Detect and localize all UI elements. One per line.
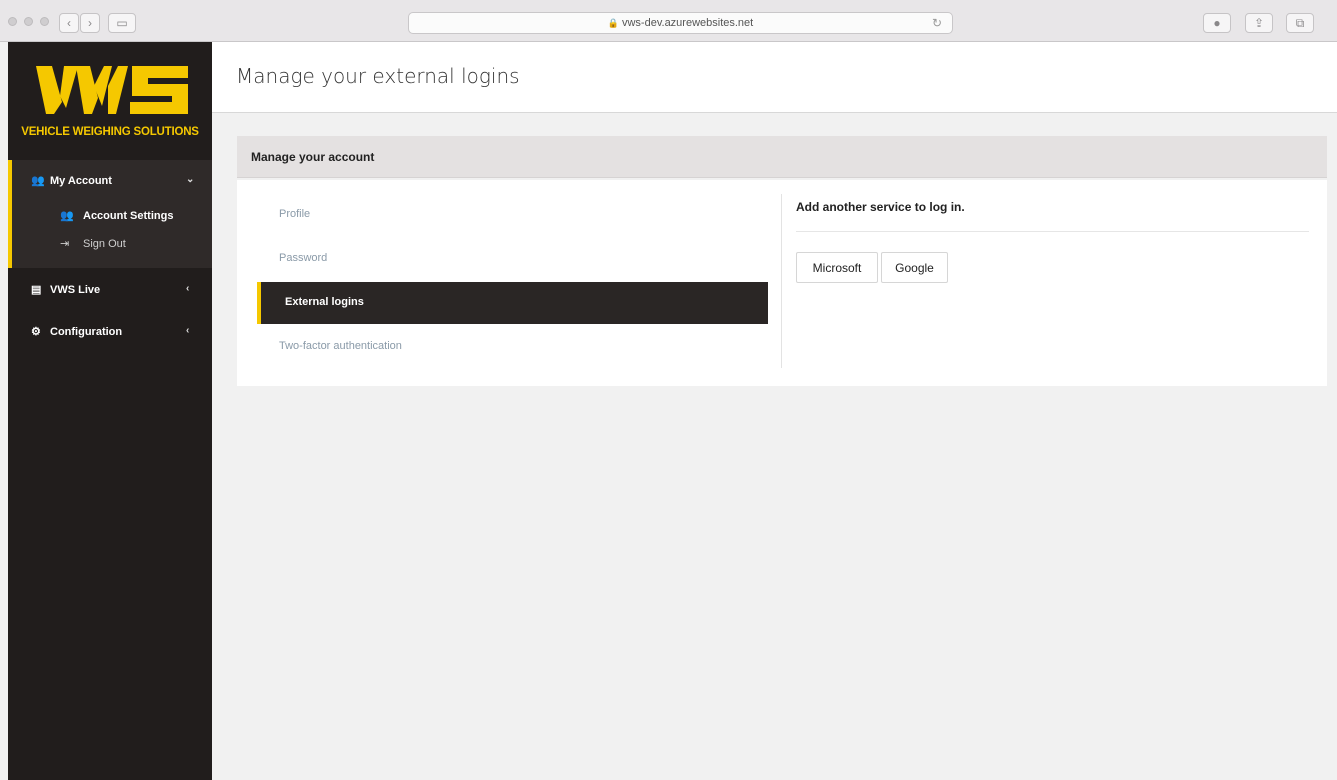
sidebar-item-my-account[interactable]: 👥 My Account ⌄ xyxy=(8,172,212,192)
tab-two-factor-authentication[interactable]: Two-factor authentication xyxy=(257,326,768,368)
download-icon: ● xyxy=(1213,16,1221,30)
share-icon: ⇪ xyxy=(1253,16,1265,30)
tab-external-logins[interactable]: External logins xyxy=(257,282,768,324)
sidebar-subitem-account-settings[interactable]: 👥 Account Settings xyxy=(8,207,212,227)
share-button[interactable]: ⇪ xyxy=(1245,13,1273,33)
zoom-window-button[interactable] xyxy=(40,17,49,26)
sidebar-icon: ▭ xyxy=(116,16,128,30)
sidebar: VEHICLE WEIGHING SOLUTIONS 👥 My Account … xyxy=(8,42,212,780)
external-logins-heading: Add another service to log in. xyxy=(796,200,965,214)
panel-header: Manage your account xyxy=(237,136,1327,178)
address-bar[interactable]: 🔒 vws-dev.azurewebsites.net ↻ xyxy=(408,12,953,34)
chevron-right-icon: › xyxy=(88,16,92,30)
chevron-left-icon: ‹ xyxy=(186,325,190,336)
chevron-left-icon: ‹ xyxy=(67,16,71,30)
sidebar-item-configuration[interactable]: ⚙ Configuration ‹ xyxy=(8,323,212,343)
chevron-left-icon: ‹ xyxy=(186,283,190,294)
page-header: Manage your external logins xyxy=(212,42,1337,113)
user-cog-icon: 👥 xyxy=(31,175,45,187)
sidebar-item-vws-live[interactable]: ▤ VWS Live ‹ xyxy=(8,281,212,301)
tabs-overview-button[interactable]: ⧉ xyxy=(1286,13,1314,33)
sign-out-icon: ⇥ xyxy=(60,238,70,250)
tab-profile[interactable]: Profile xyxy=(257,194,768,236)
reload-icon[interactable]: ↻ xyxy=(932,16,942,30)
forward-button[interactable]: › xyxy=(80,13,100,33)
panel-divider xyxy=(781,194,782,368)
tabs-icon: ⧉ xyxy=(1295,15,1305,30)
browser-toolbar: ‹ › ▭ 🔒 vws-dev.azurewebsites.net ↻ ● ⇪ ⧉ xyxy=(0,0,1337,42)
panel-title: Manage your account xyxy=(251,150,375,164)
logo-text: VEHICLE WEIGHING SOLUTIONS xyxy=(21,126,199,138)
user-cog-icon: 👥 xyxy=(60,210,74,222)
google-login-button[interactable]: Google xyxy=(881,252,948,283)
panel-body: Profile Password External logins Two-fac… xyxy=(237,180,1327,386)
page-title: Manage your external logins xyxy=(236,64,520,88)
microsoft-login-button[interactable]: Microsoft xyxy=(796,252,878,283)
lock-icon: 🔒 xyxy=(607,18,619,28)
vws-logo-icon xyxy=(36,66,188,114)
close-window-button[interactable] xyxy=(8,17,17,26)
sidebar-toggle-button[interactable]: ▭ xyxy=(108,13,136,33)
back-button[interactable]: ‹ xyxy=(59,13,79,33)
cogs-icon: ⚙ xyxy=(31,326,41,338)
heading-divider xyxy=(796,231,1309,232)
sidebar-subitem-sign-out[interactable]: ⇥ Sign Out xyxy=(8,235,212,255)
downloads-button[interactable]: ● xyxy=(1203,13,1231,33)
chevron-down-icon: ⌄ xyxy=(186,174,195,185)
logo[interactable]: VEHICLE WEIGHING SOLUTIONS xyxy=(8,42,212,160)
url-text: 🔒 vws-dev.azurewebsites.net xyxy=(607,17,754,29)
monitor-icon: ▤ xyxy=(31,284,42,296)
tab-password[interactable]: Password xyxy=(257,238,768,280)
minimize-window-button[interactable] xyxy=(24,17,33,26)
